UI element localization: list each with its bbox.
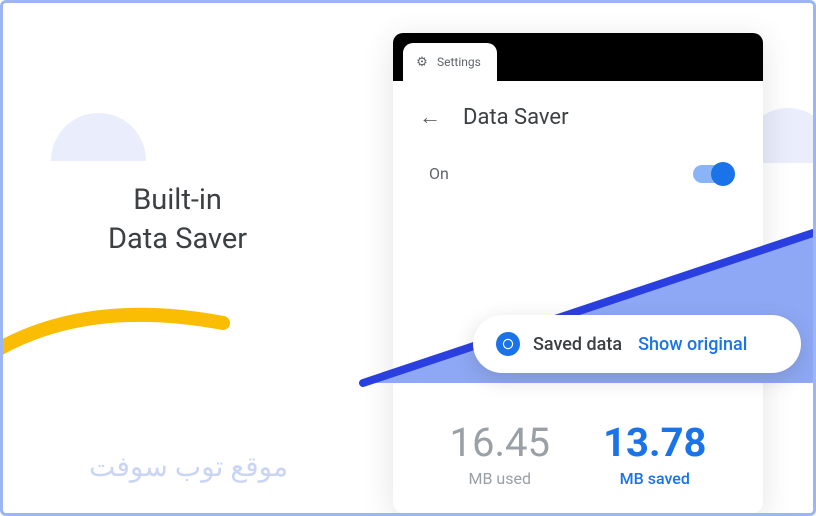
stat-used: 16.45 MB used (450, 423, 550, 488)
saved-label: MB saved (603, 469, 706, 488)
saved-data-pill: Saved data Show original (473, 315, 801, 373)
headline-line-2: Data Saver (108, 220, 247, 259)
show-original-link[interactable]: Show original (638, 334, 747, 355)
used-value: 16.45 (450, 423, 550, 463)
stat-saved: 13.78 MB saved (603, 423, 706, 488)
toggle-row: On (393, 140, 763, 207)
back-arrow-icon[interactable]: ← (419, 107, 441, 129)
data-saver-toggle[interactable] (693, 165, 733, 183)
watermark-text: موقع توب سوفت (89, 450, 288, 483)
screen-header: ← Data Saver (393, 81, 763, 140)
gear-icon: ⚙ (415, 55, 429, 69)
decorative-yellow-curve (0, 283, 233, 403)
headline-line-1: Built-in (108, 181, 247, 220)
decorative-cloud-left (51, 113, 146, 161)
chrome-icon (495, 331, 521, 357)
browser-tab-bar: ⚙ Settings (393, 33, 763, 81)
tab-label: Settings (437, 55, 481, 69)
used-label: MB used (450, 469, 550, 488)
saved-value: 13.78 (603, 423, 706, 463)
stats-row: 16.45 MB used 13.78 MB saved (393, 403, 763, 488)
toggle-label: On (429, 164, 449, 183)
app-frame: Built-in Data Saver موقع توب سوفت ⚙ Sett… (0, 0, 816, 516)
screen-title: Data Saver (463, 105, 569, 130)
headline: Built-in Data Saver (108, 181, 247, 259)
browser-tab-settings[interactable]: ⚙ Settings (403, 43, 497, 81)
saved-data-label: Saved data (533, 334, 622, 355)
